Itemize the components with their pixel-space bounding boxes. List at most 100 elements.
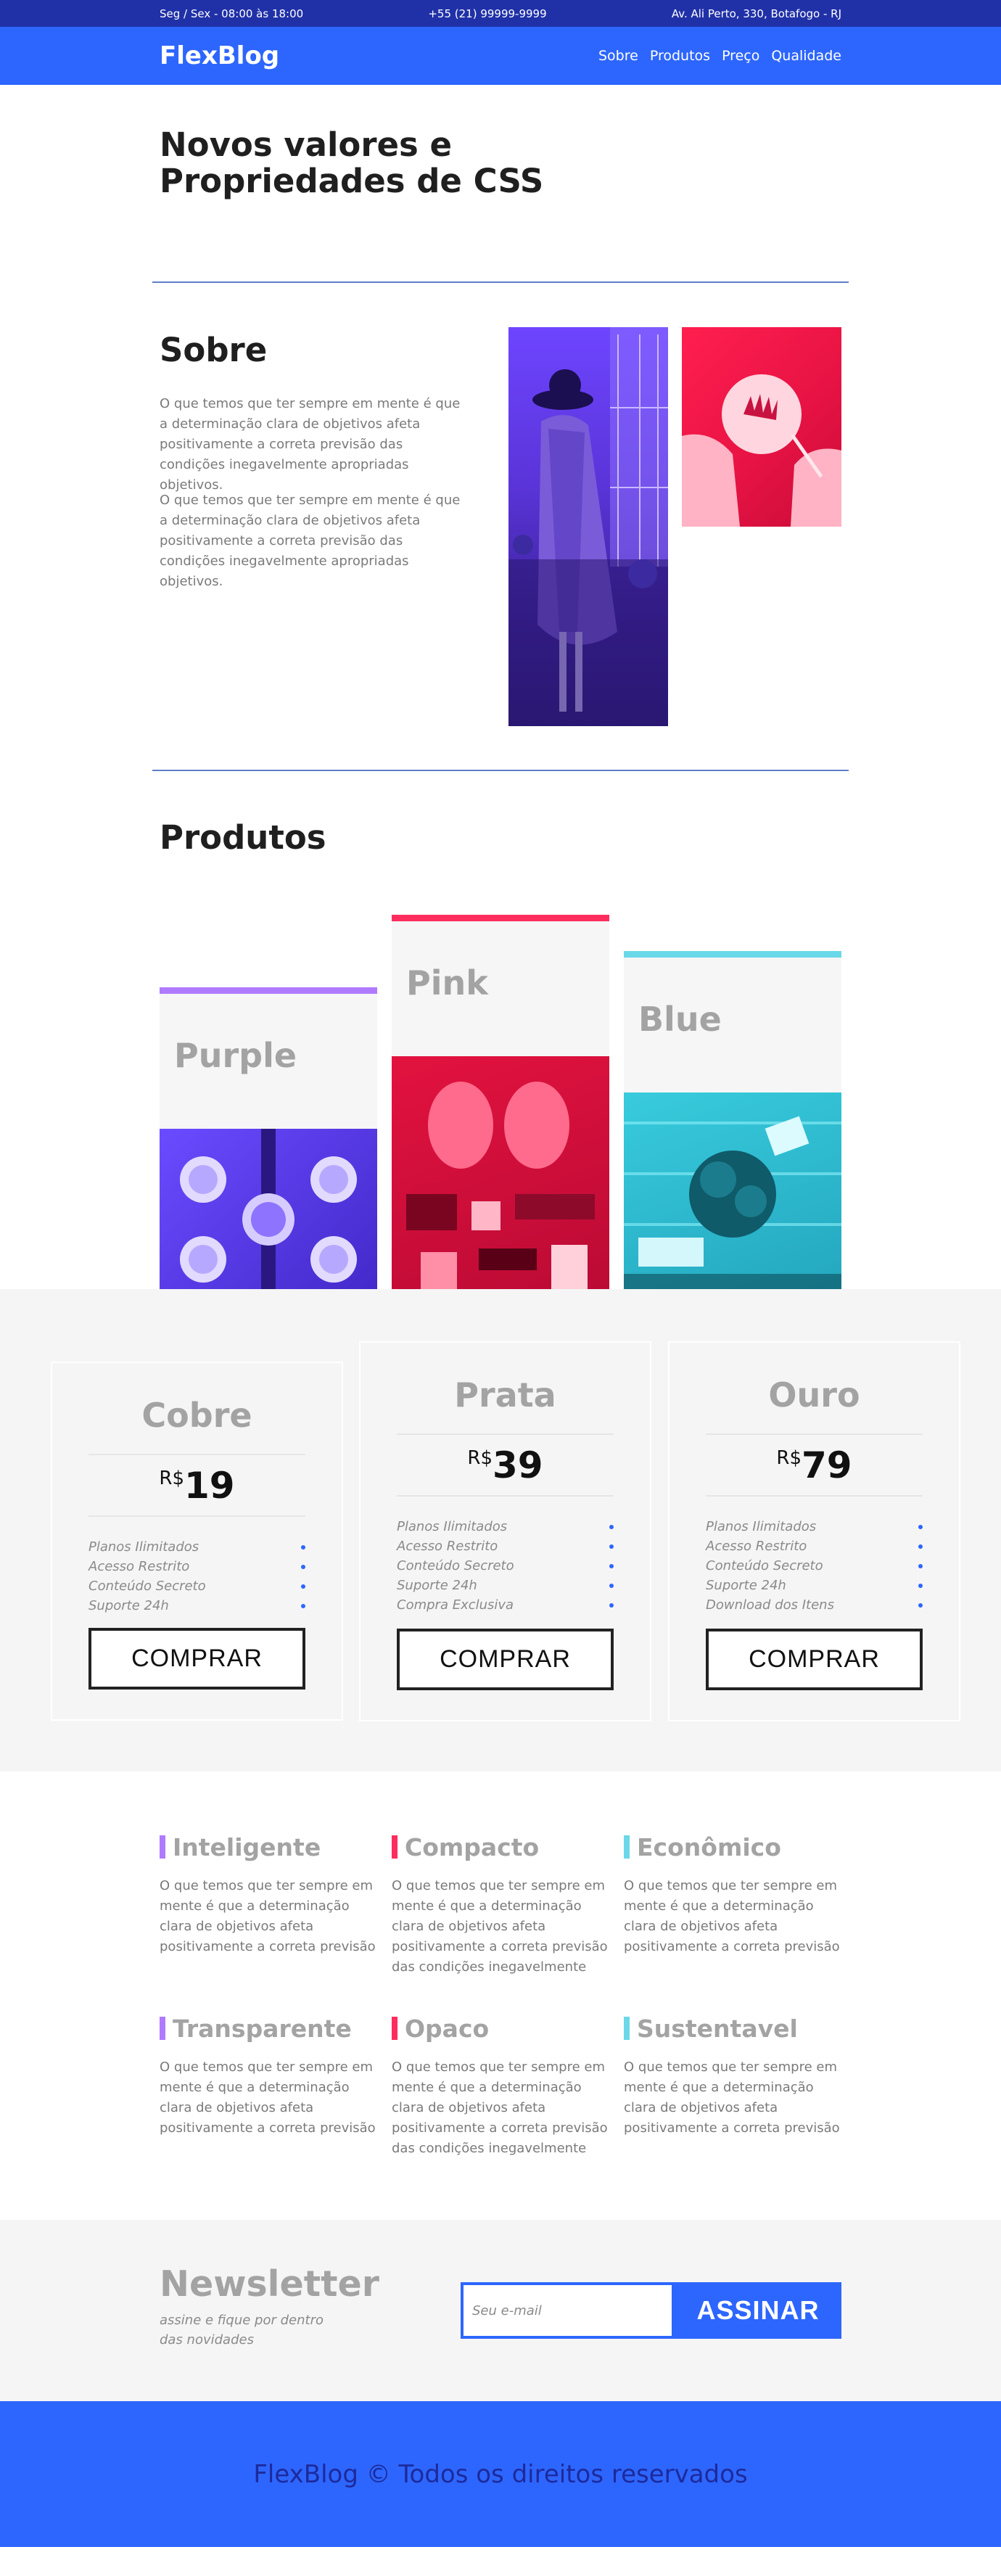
hands-craft-photo xyxy=(682,327,841,527)
plan-name: Ouro xyxy=(768,1375,860,1415)
site-logo[interactable]: FlexBlog xyxy=(160,41,279,70)
plan-feature-list: Planos Ilimitados Acesso Restrito Conteú… xyxy=(706,1517,923,1615)
nav-link-preco[interactable]: Preço xyxy=(722,48,759,64)
feature-text: O que temos que ter sempre em mente é qu… xyxy=(624,2059,840,2136)
feature-text: O que temos que ter sempre em mente é qu… xyxy=(624,1878,840,1954)
sobre-title: Sobre xyxy=(160,331,268,369)
plan-divider xyxy=(88,1454,305,1455)
plan-price: R$19 xyxy=(52,1465,342,1507)
plan-feature: Conteúdo Secreto xyxy=(706,1556,923,1576)
newsletter-title: Newsletter xyxy=(160,2263,379,2305)
buy-button-ouro[interactable]: COMPRAR xyxy=(706,1629,923,1690)
plan-feature: Compra Exclusiva xyxy=(397,1595,614,1615)
product-card-pink[interactable]: Pink xyxy=(392,915,609,1310)
currency-symbol: R$ xyxy=(159,1468,184,1489)
top-info-bar: Seg / Sex - 08:00 às 18:00 +55 (21) 9999… xyxy=(0,0,1001,27)
woman-window-photo xyxy=(508,327,668,726)
plan-feature-list: Planos Ilimitados Acesso Restrito Conteú… xyxy=(88,1537,305,1616)
plan-feature: Acesso Restrito xyxy=(706,1536,923,1556)
plan-divider xyxy=(397,1495,614,1497)
plan-divider xyxy=(706,1495,923,1497)
price-value: 39 xyxy=(493,1444,543,1486)
plan-divider xyxy=(706,1433,923,1435)
buy-button-cobre[interactable]: COMPRAR xyxy=(88,1628,305,1690)
feature-item: Econômico O que temos que ter sempre em … xyxy=(624,1833,840,1957)
shoes-flatlay-photo xyxy=(392,1056,609,1310)
feature-text: O que temos que ter sempre em mente é qu… xyxy=(392,2059,608,2156)
site-footer: FlexBlog © Todos os direitos reservados xyxy=(0,2401,1001,2547)
feature-text: O que temos que ter sempre em mente é qu… xyxy=(160,1878,376,1954)
plan-feature: Planos Ilimitados xyxy=(706,1517,923,1536)
business-hours: Seg / Sex - 08:00 às 18:00 xyxy=(160,7,304,20)
product-name: Pink xyxy=(406,963,488,1003)
sobre-paragraph: O que temos que ter sempre em mente é qu… xyxy=(160,396,461,493)
feature-title: Opaco xyxy=(392,2015,608,2043)
plan-feature: Acesso Restrito xyxy=(397,1536,614,1556)
plan-feature: Acesso Restrito xyxy=(88,1557,305,1576)
sobre-section: Sobre O que temos que ter sempre em ment… xyxy=(152,284,849,771)
plan-feature: Planos Ilimitados xyxy=(88,1537,305,1557)
feature-title: Compacto xyxy=(392,1833,608,1861)
nav-link-sobre[interactable]: Sobre xyxy=(598,48,638,64)
produtos-section: Produtos Purple Pink Blue xyxy=(160,771,841,1310)
feature-item: Sustentavel O que temos que ter sempre e… xyxy=(624,2015,840,2139)
card-accent-bar xyxy=(392,915,609,921)
price-value: 79 xyxy=(802,1444,852,1486)
plan-price: R$39 xyxy=(361,1444,650,1486)
feature-text: O que temos que ter sempre em mente é qu… xyxy=(160,2059,376,2136)
plan-card-ouro: Ouro R$79 Planos Ilimitados Acesso Restr… xyxy=(668,1341,960,1721)
plan-divider xyxy=(88,1515,305,1517)
product-card-purple[interactable]: Purple xyxy=(160,987,377,1310)
plan-feature: Suporte 24h xyxy=(397,1576,614,1595)
plan-price: R$79 xyxy=(670,1444,959,1486)
plan-feature: Conteúdo Secreto xyxy=(397,1556,614,1576)
card-accent-bar xyxy=(160,987,377,994)
feature-title: Econômico xyxy=(624,1833,840,1861)
main-nav: Sobre Produtos Preço Qualidade xyxy=(598,48,841,64)
section-divider xyxy=(152,281,849,283)
plan-feature: Suporte 24h xyxy=(88,1596,305,1616)
plan-feature: Suporte 24h xyxy=(706,1576,923,1595)
plan-feature: Download dos Itens xyxy=(706,1595,923,1615)
price-value: 19 xyxy=(184,1465,235,1507)
email-input[interactable] xyxy=(461,2282,675,2339)
site-header: FlexBlog Sobre Produtos Preço Qualidade xyxy=(0,27,1001,85)
pricing-section: Cobre R$19 Planos Ilimitados Acesso Rest… xyxy=(0,1289,1001,1771)
product-name: Blue xyxy=(638,1000,722,1039)
produtos-title: Produtos xyxy=(160,818,326,857)
plan-card-prata: Prata R$39 Planos Ilimitados Acesso Rest… xyxy=(359,1341,651,1721)
subscribe-button[interactable]: ASSINAR xyxy=(675,2282,841,2339)
phone-number: +55 (21) 99999-9999 xyxy=(428,7,547,20)
flowers-desk-photo xyxy=(624,1092,841,1310)
nav-link-qualidade[interactable]: Qualidade xyxy=(771,48,841,64)
feature-item: Opaco O que temos que ter sempre em ment… xyxy=(392,2015,608,2159)
feature-item: Compacto O que temos que ter sempre em m… xyxy=(392,1833,608,1978)
product-name: Purple xyxy=(174,1036,297,1075)
copyright-text: FlexBlog © Todos os direitos reservados xyxy=(253,2459,748,2489)
feature-item: Transparente O que temos que ter sempre … xyxy=(160,2015,376,2139)
buy-button-prata[interactable]: COMPRAR xyxy=(397,1629,614,1690)
qualidade-section: Inteligente O que temos que ter sempre e… xyxy=(160,1771,841,2220)
plan-divider xyxy=(397,1433,614,1435)
newsletter-subtitle: assine e fique por dentro das novidades xyxy=(160,2313,324,2347)
intro-section: Novos valores e Propriedades de CSS xyxy=(152,125,849,284)
plan-feature: Conteúdo Secreto xyxy=(88,1576,305,1596)
feature-title: Transparente xyxy=(160,2015,376,2043)
nav-link-produtos[interactable]: Produtos xyxy=(650,48,710,64)
sobre-paragraph: O que temos que ter sempre em mente é qu… xyxy=(160,493,461,589)
plan-name: Cobre xyxy=(141,1396,252,1435)
plan-feature: Planos Ilimitados xyxy=(397,1517,614,1536)
currency-symbol: R$ xyxy=(467,1447,493,1469)
plan-name: Prata xyxy=(454,1375,556,1415)
card-accent-bar xyxy=(624,951,841,958)
feature-title: Sustentavel xyxy=(624,2015,840,2043)
dinner-table-photo xyxy=(160,1129,377,1310)
page-title: Novos valores e Propriedades de CSS xyxy=(160,125,544,200)
newsletter-section: Newsletter assine e fique por dentro das… xyxy=(0,2220,1001,2401)
plan-card-cobre: Cobre R$19 Planos Ilimitados Acesso Rest… xyxy=(51,1362,343,1721)
currency-symbol: R$ xyxy=(776,1447,802,1469)
feature-title: Inteligente xyxy=(160,1833,376,1861)
feature-text: O que temos que ter sempre em mente é qu… xyxy=(392,1878,608,1975)
product-card-blue[interactable]: Blue xyxy=(624,951,841,1310)
address: Av. Ali Perto, 330, Botafogo - RJ xyxy=(671,7,841,20)
